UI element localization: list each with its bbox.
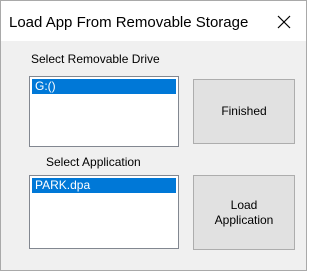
finished-button[interactable]: Finished (193, 79, 295, 144)
drive-list-item[interactable]: G:() (32, 79, 176, 94)
title-bar: Load App From Removable Storage (1, 1, 306, 41)
window-title: Load App From Removable Storage (9, 14, 249, 31)
dialog-window: Load App From Removable Storage Select R… (0, 0, 307, 271)
load-button-line2: Application (214, 212, 274, 227)
drive-listbox[interactable]: G:() (29, 76, 179, 147)
application-list-label: Select Application (46, 155, 141, 169)
finished-button-label: Finished (221, 104, 267, 118)
application-list-item[interactable]: PARK.dpa (32, 178, 176, 193)
drive-list-label: Select Removable Drive (31, 52, 160, 66)
application-listbox[interactable]: PARK.dpa (29, 175, 179, 249)
load-application-button[interactable]: Load Application (193, 175, 295, 250)
load-button-line1: Load (230, 197, 258, 212)
close-button[interactable] (271, 10, 297, 34)
close-icon (277, 15, 291, 29)
